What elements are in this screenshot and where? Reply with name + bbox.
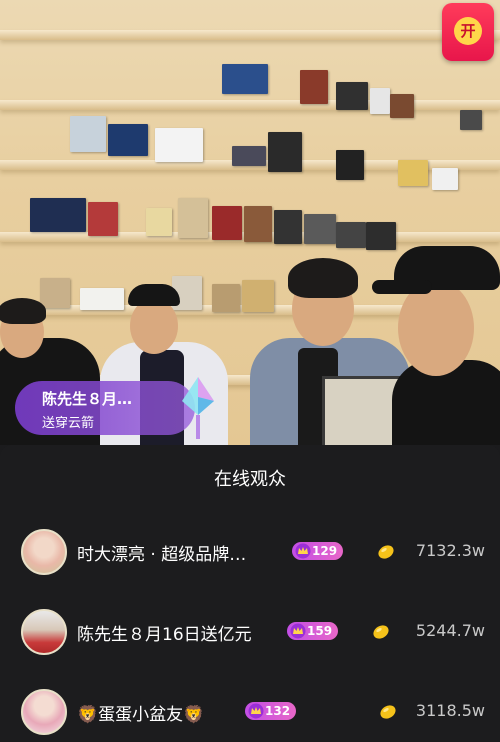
avatar[interactable] [21, 529, 67, 575]
person-right [372, 240, 500, 445]
user-name[interactable]: 时大漂亮 · 超级品牌… [77, 540, 246, 565]
book [232, 146, 266, 166]
level-badge: 159 [287, 622, 339, 640]
book [30, 198, 86, 232]
score-value: 7132.3w [415, 541, 485, 560]
panel-title: 在线观众 [214, 469, 286, 490]
book [146, 208, 172, 236]
user-name[interactable]: 陈先生８月16日送亿元 [77, 620, 252, 645]
lion-icon: 🦁 [77, 705, 99, 725]
book [336, 82, 368, 110]
level-badge: 129 [292, 542, 344, 560]
book [336, 222, 366, 248]
audience-row[interactable]: 时大漂亮 · 超级品牌… 129 7132.3w [0, 522, 500, 582]
book [88, 202, 118, 236]
user-name[interactable]: 🦁蛋蛋小盆友🦁 [77, 700, 204, 725]
coin-icon [373, 625, 389, 639]
shelf [0, 100, 500, 110]
crown-icon [290, 623, 306, 639]
book [390, 94, 414, 118]
book [268, 132, 302, 172]
coin-icon [380, 705, 396, 719]
book [370, 88, 390, 114]
lion-icon: 🦁 [183, 705, 205, 725]
avatar[interactable] [21, 609, 67, 655]
audience-row[interactable]: 🦁蛋蛋小盆友🦁 132 3118.5w [0, 682, 500, 742]
book [304, 214, 336, 244]
gift-sender-name: 陈先生８月… [42, 390, 133, 408]
live-video[interactable]: 陈先生８月… 送穿云箭 开 [0, 0, 500, 445]
online-audience-panel: 在线观众 时大漂亮 · 超级品牌… 129 7132.3w 陈先生８月16日送亿… [0, 445, 500, 741]
book [108, 124, 148, 156]
shelf [0, 30, 500, 40]
red-packet-button[interactable]: 开 [442, 3, 494, 61]
book [398, 160, 428, 186]
score-value: 3118.5w [415, 701, 485, 720]
audience-row[interactable]: 陈先生８月16日送亿元 159 5244.7w [0, 602, 500, 662]
crown-icon [295, 543, 311, 559]
book [244, 206, 272, 242]
book [222, 64, 268, 94]
book [155, 128, 203, 162]
book [300, 70, 328, 104]
gift-description: 送穿云箭 [42, 416, 95, 431]
gift-notification: 陈先生８月… 送穿云箭 [15, 381, 195, 435]
coin-icon [378, 545, 394, 559]
gift-arrow-icon [182, 377, 214, 439]
book [432, 168, 458, 190]
book [70, 116, 106, 152]
red-packet-label: 开 [454, 17, 482, 45]
book [212, 206, 242, 240]
score-value: 5244.7w [415, 621, 485, 640]
book [460, 110, 482, 130]
book [336, 150, 364, 180]
book [178, 198, 208, 238]
avatar[interactable] [21, 689, 67, 735]
crown-icon [248, 703, 264, 719]
book [274, 210, 302, 244]
level-badge: 132 [245, 702, 297, 720]
